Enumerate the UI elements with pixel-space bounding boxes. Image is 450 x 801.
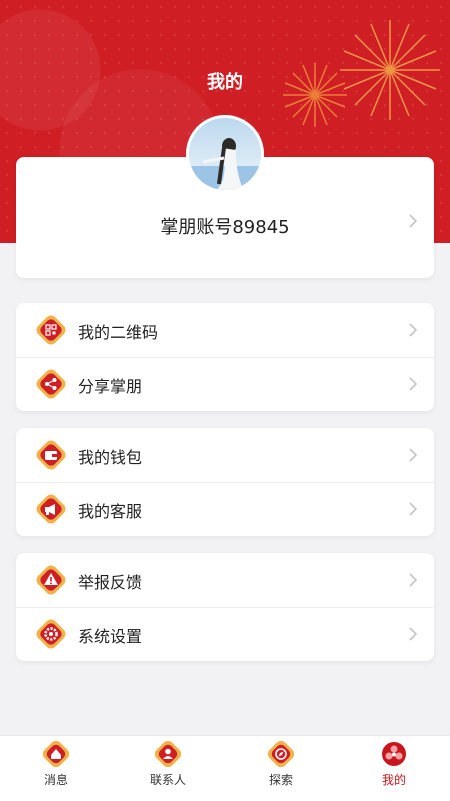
- share-icon: [36, 369, 66, 399]
- chevron-right-icon: [409, 214, 418, 228]
- tab-label: 我的: [381, 773, 406, 787]
- menu-item-qrcode[interactable]: 我的二维码: [16, 303, 434, 357]
- mine-icon: [382, 742, 406, 766]
- menu-item-customer-service[interactable]: 我的客服: [16, 482, 434, 536]
- account-number: 掌朋账号89845: [160, 217, 290, 238]
- menu-item-label: 我的二维码: [78, 323, 159, 342]
- tab-label: 探索: [268, 773, 293, 787]
- chevron-right-icon: [409, 448, 418, 462]
- bottom-tab-bar: 消息 联系人 探索 我的: [0, 735, 450, 801]
- menu-item-label: 我的客服: [78, 502, 143, 521]
- tab-contacts[interactable]: 联系人: [112, 736, 224, 801]
- menu-item-report-feedback[interactable]: 举报反馈: [16, 553, 434, 607]
- qrcode-icon: [36, 315, 66, 345]
- menu-item-wallet[interactable]: 我的钱包: [16, 428, 434, 482]
- explore-icon: [267, 740, 295, 768]
- chevron-right-icon: [409, 323, 418, 337]
- menu-item-share[interactable]: 分享掌朋: [16, 357, 434, 411]
- tab-label: 消息: [43, 773, 68, 787]
- menu-item-label: 分享掌朋: [78, 377, 143, 396]
- chevron-right-icon: [409, 502, 418, 516]
- chevron-right-icon: [409, 573, 418, 587]
- menu-group-1: 我的二维码 分享掌朋: [16, 303, 434, 411]
- tab-messages[interactable]: 消息: [0, 736, 112, 801]
- warning-icon: [36, 565, 66, 595]
- page-title: 我的: [207, 72, 243, 93]
- contacts-icon: [154, 740, 182, 768]
- tab-mine[interactable]: 我的: [338, 736, 450, 801]
- chevron-right-icon: [409, 377, 418, 391]
- menu-item-label: 系统设置: [78, 627, 143, 646]
- message-icon: [42, 740, 70, 768]
- chevron-right-icon: [409, 627, 418, 641]
- customer-service-icon: [36, 494, 66, 524]
- menu-group-2: 我的钱包 我的客服: [16, 428, 434, 536]
- wallet-icon: [36, 440, 66, 470]
- avatar[interactable]: [186, 115, 264, 193]
- tab-explore[interactable]: 探索: [225, 736, 337, 801]
- menu-item-label: 举报反馈: [78, 573, 143, 592]
- menu-group-3: 举报反馈 系统设置: [16, 553, 434, 661]
- menu-item-settings[interactable]: 系统设置: [16, 607, 434, 661]
- settings-icon: [36, 619, 66, 649]
- avatar-photo: [189, 138, 261, 190]
- menu-item-label: 我的钱包: [78, 448, 143, 467]
- tab-label: 联系人: [149, 773, 186, 787]
